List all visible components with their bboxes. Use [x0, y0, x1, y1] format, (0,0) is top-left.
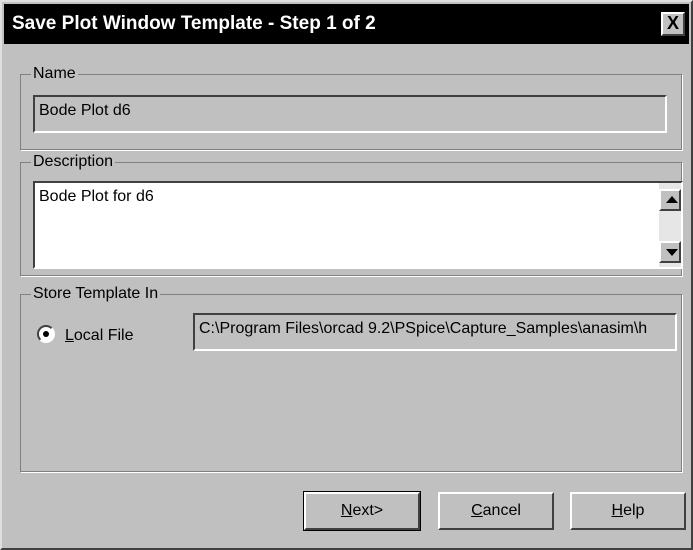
close-button[interactable]: X [661, 12, 685, 36]
description-scrollbar[interactable] [659, 183, 681, 267]
description-group-label: Description [31, 152, 116, 172]
scroll-up-button[interactable] [659, 189, 681, 211]
description-text: Bode Plot for d6 [39, 188, 154, 205]
save-plot-template-dialog: Save Plot Window Template - Step 1 of 2 … [0, 0, 693, 550]
help-button[interactable]: Help [570, 492, 686, 530]
file-path-field[interactable]: C:\Program Files\orcad 9.2\PSpice\Captur… [193, 313, 677, 351]
description-group: Description Bode Plot for d6 [20, 152, 683, 276]
title-bar[interactable]: Save Plot Window Template - Step 1 of 2 … [4, 4, 689, 44]
cancel-button[interactable]: Cancel [438, 492, 554, 530]
name-group: Name Bode Plot d6 [20, 64, 682, 150]
radio-selected-dot [43, 331, 49, 337]
local-file-label[interactable]: Local File [65, 327, 133, 345]
close-icon: X [666, 13, 679, 33]
local-file-radio[interactable] [37, 325, 55, 343]
store-template-group-label: Store Template In [31, 284, 161, 304]
scroll-down-icon [666, 249, 678, 256]
scroll-down-button[interactable] [659, 241, 681, 263]
name-group-label: Name [31, 64, 78, 84]
description-textarea[interactable]: Bode Plot for d6 [33, 181, 683, 269]
next-button[interactable]: Next> [303, 491, 421, 531]
store-template-group: Store Template In Local File C:\Program … [20, 284, 682, 472]
scroll-up-icon [666, 196, 678, 203]
name-field[interactable]: Bode Plot d6 [33, 95, 667, 133]
window-title: Save Plot Window Template - Step 1 of 2 [12, 13, 376, 34]
